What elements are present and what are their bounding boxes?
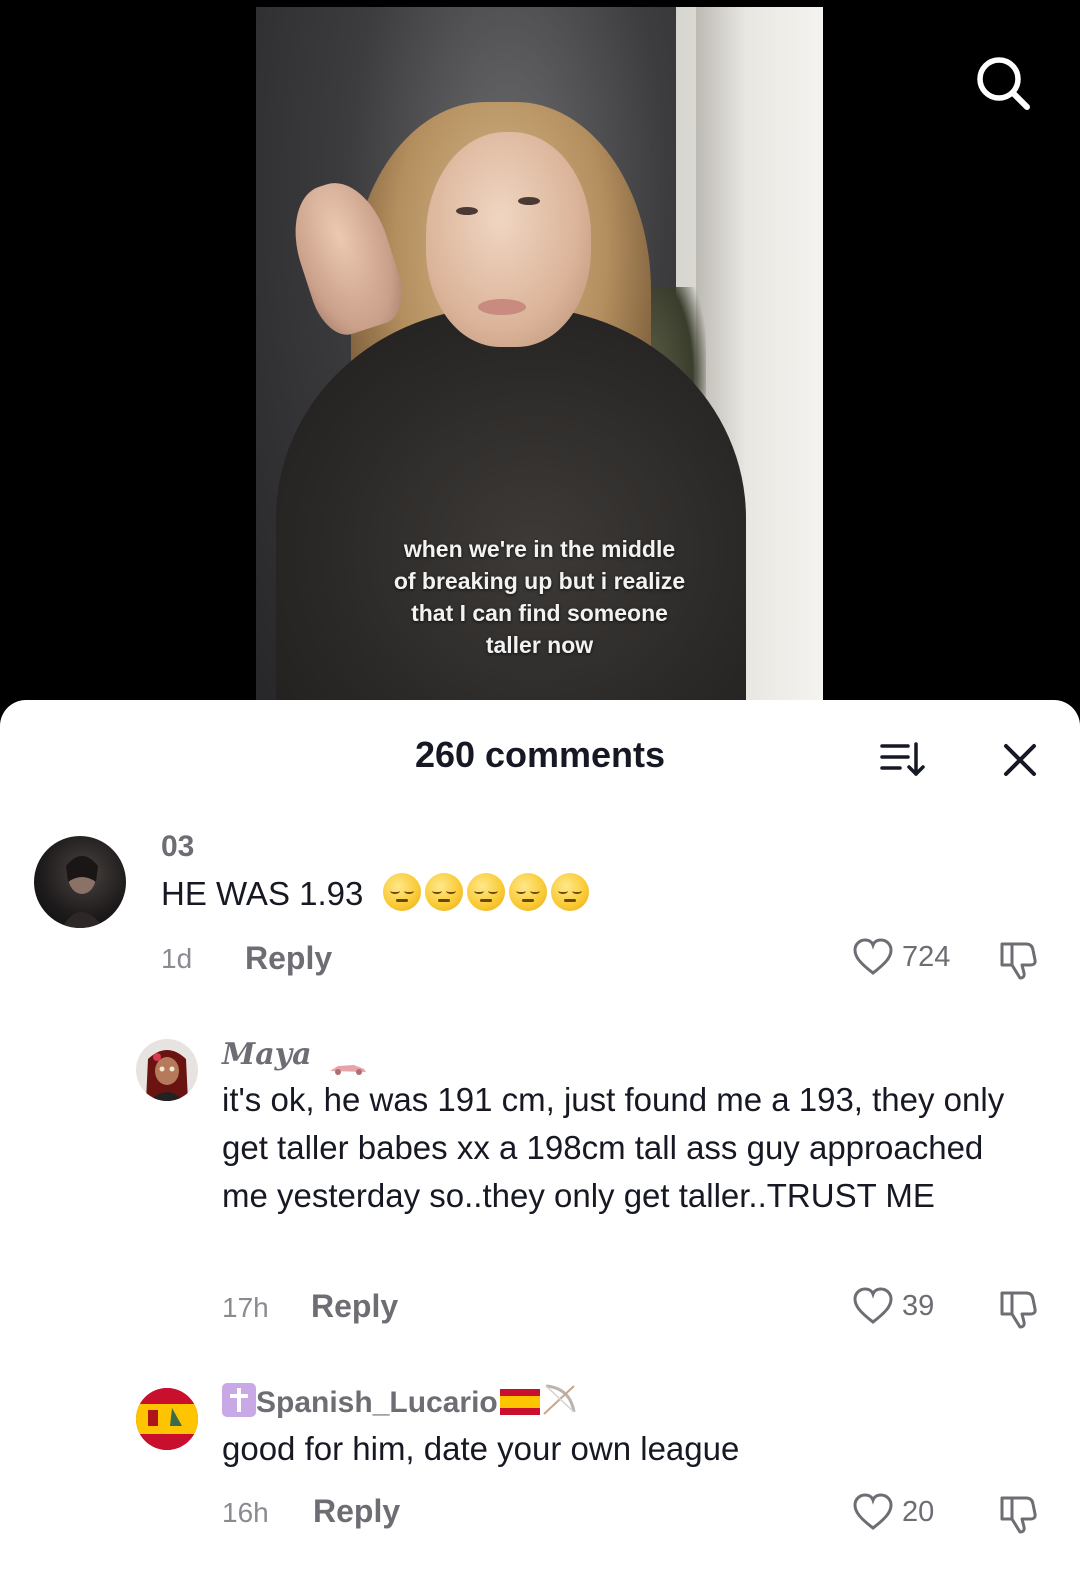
close-icon	[1004, 744, 1036, 776]
video-person-face	[426, 132, 591, 347]
comment-text: good for him, date your own league	[222, 1430, 740, 1467]
reply-button[interactable]: Reply	[245, 940, 332, 977]
like-button[interactable]: 724	[852, 937, 950, 977]
comment-username[interactable]: Spanish_Lucario	[222, 1382, 580, 1420]
cross-icon	[222, 1383, 256, 1417]
close-button[interactable]	[998, 738, 1042, 782]
comment-username[interactable]: 03	[161, 830, 194, 864]
video-person-eye	[518, 197, 540, 205]
thumbs-down-icon	[1000, 1291, 1037, 1329]
avatar-image	[62, 856, 104, 928]
like-count: 20	[902, 1495, 935, 1528]
avatar-image	[146, 1050, 188, 1101]
pensive-emoji-icon	[382, 870, 593, 918]
comment-text: it's ok, he was 191 cm, just found me a …	[222, 1081, 1005, 1214]
video-person-lips	[478, 299, 526, 315]
like-button[interactable]: 20	[852, 1492, 934, 1532]
dislike-button[interactable]	[996, 1492, 1040, 1536]
race-car-icon	[328, 1048, 368, 1075]
avatar[interactable]	[136, 1388, 198, 1450]
heart-icon	[853, 1287, 893, 1324]
reply-button[interactable]: Reply	[311, 1288, 398, 1325]
sort-icon	[880, 742, 925, 776]
like-button[interactable]: 39	[852, 1286, 934, 1326]
avatar[interactable]	[136, 1039, 198, 1101]
comment-time: 16h	[222, 1497, 269, 1528]
video-player[interactable]: when we're in the middle of breaking up …	[0, 0, 1080, 730]
like-count: 724	[902, 940, 951, 973]
comment-time: 1d	[161, 943, 193, 974]
like-count: 39	[902, 1289, 935, 1322]
dislike-button[interactable]	[996, 938, 1040, 982]
avatar-image	[136, 1388, 198, 1450]
video-caption: when we're in the middle of breaking up …	[393, 536, 686, 658]
spain-flag-icon	[499, 1389, 540, 1415]
search-icon	[977, 57, 1030, 110]
sort-button[interactable]	[878, 738, 928, 782]
comment-text-content: HE WAS 1.93	[161, 875, 364, 912]
thumbs-down-icon	[1000, 1496, 1037, 1534]
comment-text: HE WAS 1.93	[161, 870, 593, 918]
comments-sheet: 260 comments 03 HE WAS 1.93 1d Reply 724…	[0, 700, 1080, 1576]
video-person-eye	[456, 207, 478, 215]
dislike-button[interactable]	[996, 1287, 1040, 1331]
heart-icon	[853, 1493, 893, 1530]
comment-username[interactable]: Maya	[222, 1037, 368, 1075]
comment-time: 17h	[222, 1292, 269, 1323]
thumbs-down-icon	[1000, 942, 1037, 980]
search-button[interactable]	[972, 52, 1034, 114]
reply-button[interactable]: Reply	[313, 1493, 400, 1530]
heart-icon	[853, 938, 893, 975]
avatar[interactable]	[34, 836, 126, 928]
video-frame[interactable]: when we're in the middle of breaking up …	[256, 7, 823, 727]
bow-and-arrow-icon	[540, 1382, 580, 1418]
video-person-hoodie	[276, 307, 746, 727]
